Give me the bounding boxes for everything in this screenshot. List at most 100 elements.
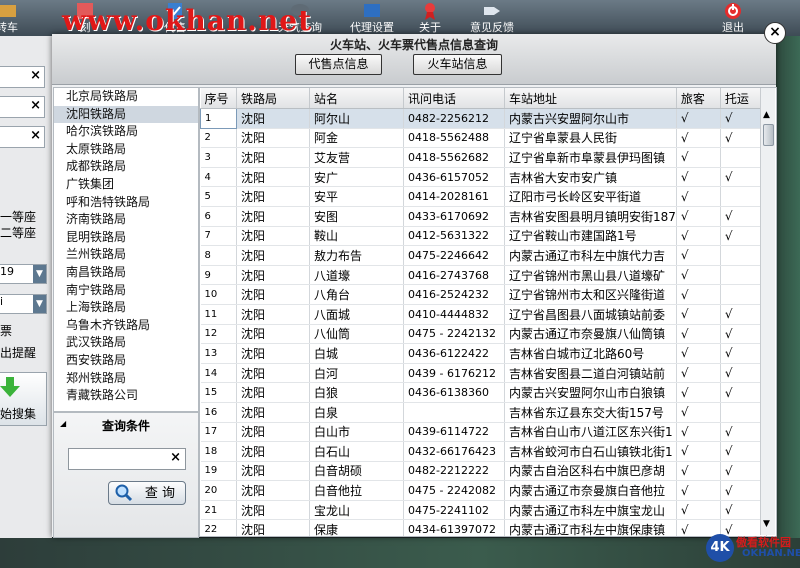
toolbar-transfer-button[interactable]: 转车 <box>0 0 22 36</box>
bureau-item[interactable]: 济南铁路局 <box>54 211 198 229</box>
query-input[interactable]: × <box>68 448 186 470</box>
table-row[interactable]: 15 沈阳 白狼 0436-6138360 内蒙古兴安盟阿尔山市白狼镇 √ √ <box>200 382 767 403</box>
clear-icon[interactable]: × <box>30 98 41 113</box>
table-cell: 沈阳 <box>236 441 310 462</box>
bg-date-input[interactable]: × <box>0 126 45 148</box>
table-cell: √ <box>676 226 721 247</box>
table-cell: 1 <box>200 108 237 129</box>
toolbar-exit-button[interactable]: 退出 <box>716 0 750 36</box>
table-row[interactable]: 10 沈阳 八角台 0416-2524232 辽宁省锦州市太和区兴隆街道 √ <box>200 284 767 305</box>
table-cell: 9 <box>200 265 237 286</box>
toolbar-proxy-button[interactable]: 代理设置 <box>344 0 400 36</box>
table-row[interactable]: 20 沈阳 白音他拉 0475 - 2242082 内蒙古通辽市奈曼旗白音他拉 √ √ <box>200 480 767 501</box>
column-header[interactable]: 讯问电话 <box>403 88 505 109</box>
background-left-panel: × × × 一等座 二等座 19 ▼ i ▼ 票 出提醒 始搜集 <box>0 36 52 568</box>
bureau-item[interactable]: 昆明铁路局 <box>54 229 198 247</box>
table-cell: 0410-4444832 <box>403 304 505 325</box>
column-header[interactable]: 站名 <box>309 88 404 109</box>
table-row[interactable]: 13 沈阳 白城 0436-6122422 吉林省白城市辽北路60号 √ √ <box>200 343 767 364</box>
table-cell: 白泉 <box>309 402 404 423</box>
table-row[interactable]: 12 沈阳 八仙筒 0475 - 2242132 内蒙古通辽市奈曼旗八仙筒镇 √ √ <box>200 324 767 345</box>
bureau-item[interactable]: 太原铁路局 <box>54 141 198 159</box>
query-button[interactable]: 查 询 <box>108 481 186 505</box>
scroll-thumb[interactable] <box>763 124 774 146</box>
table-row[interactable]: 17 沈阳 白山市 0439-6114722 吉林省白山市八道江区东兴街1 √ √ <box>200 422 767 443</box>
table-row[interactable]: 21 沈阳 宝龙山 0475-2241102 内蒙古通辽市科左中旗宝龙山 √ √ <box>200 500 767 521</box>
table-row[interactable]: 9 沈阳 八道壕 0416-2743768 辽宁省锦州市黑山县八道壕矿 √ <box>200 265 767 286</box>
table-cell: 白音他拉 <box>309 480 404 501</box>
bureau-item[interactable]: 青藏铁路公司 <box>54 387 198 405</box>
column-header[interactable]: 铁路局 <box>236 88 310 109</box>
bureau-item[interactable]: 上海铁路局 <box>54 299 198 317</box>
toolbar-about-button[interactable]: 关于 <box>410 0 450 36</box>
bureau-item[interactable]: 成都铁路局 <box>54 158 198 176</box>
table-cell: 0439 - 6176212 <box>403 363 505 384</box>
table-cell: 内蒙古通辽市科左中旗保康镇 <box>504 519 677 536</box>
clear-icon[interactable]: × <box>170 450 181 465</box>
scroll-up-icon[interactable]: ▲ <box>763 110 770 120</box>
bureau-item[interactable]: 武汉铁路局 <box>54 334 198 352</box>
bg-time-select[interactable]: 19 ▼ <box>0 264 47 284</box>
table-cell: 7 <box>200 226 237 247</box>
table-cell: 内蒙古通辽市科左中旗宝龙山 <box>504 500 677 521</box>
table-cell: 八角台 <box>309 284 404 305</box>
table-row[interactable]: 11 沈阳 八面城 0410-4444832 辽宁省昌图县八面城镇站前委 √ √ <box>200 304 767 325</box>
bureau-item[interactable]: 呼和浩特铁路局 <box>54 194 198 212</box>
bg-from-input[interactable]: × <box>0 66 45 88</box>
table-row[interactable]: 22 沈阳 保康 0434-61397072 内蒙古通辽市科左中旗保康镇 √ √ <box>200 519 767 536</box>
table-row[interactable]: 2 沈阳 阿金 0418-5562488 辽宁省阜蒙县人民街 √ √ <box>200 128 767 149</box>
bureau-item[interactable]: 沈阳铁路局 <box>54 105 198 124</box>
table-row[interactable]: 8 沈阳 敖力布告 0475-2246642 内蒙古通辽市科左中旗代力吉 √ <box>200 245 767 266</box>
table-cell: 0482-2256212 <box>403 108 505 129</box>
clear-icon[interactable]: × <box>30 68 41 83</box>
bg-search-button[interactable]: 始搜集 <box>0 372 47 426</box>
bg-class-select[interactable]: i ▼ <box>0 294 47 314</box>
table-cell: 沈阳 <box>236 422 310 443</box>
table-cell: 12 <box>200 324 237 345</box>
toolbar-feedback-button[interactable]: 意见反馈 <box>462 0 522 36</box>
bureau-item[interactable]: 南宁铁路局 <box>54 282 198 300</box>
clear-icon[interactable]: × <box>30 128 41 143</box>
table-cell: 辽阳市弓长岭区安平街道 <box>504 186 677 207</box>
table-row[interactable]: 14 沈阳 白河 0439 - 6176212 吉林省安图县二道白河镇站前 √ √ <box>200 363 767 384</box>
table-scrollbar[interactable]: ▲ ▼ <box>760 88 775 535</box>
bureau-item[interactable]: 西安铁路局 <box>54 352 198 370</box>
table-row[interactable]: 3 沈阳 艾友营 0418-5562682 辽宁省阜新市阜蒙县伊玛图镇 √ <box>200 147 767 168</box>
column-header[interactable]: 旅客 <box>676 88 721 109</box>
bureau-item[interactable]: 乌鲁木齐铁路局 <box>54 317 198 335</box>
table-cell: 沈阳 <box>236 461 310 482</box>
table-row[interactable]: 7 沈阳 鞍山 0412-5631322 辽宁省鞍山市建国路1号 √ √ <box>200 226 767 247</box>
table-cell: 吉林省蛟河市白石山镇铁北街1 <box>504 441 677 462</box>
agency-info-button[interactable]: 代售点信息 <box>295 54 382 75</box>
column-header[interactable]: 车站地址 <box>504 88 677 109</box>
table-cell: √ <box>676 480 721 501</box>
table-cell: 19 <box>200 461 237 482</box>
table-cell: √ <box>676 422 721 443</box>
table-cell: 白狼 <box>309 382 404 403</box>
table-row[interactable]: 6 沈阳 安图 0433-6170692 吉林省安图县明月镇明安街187 √ √ <box>200 206 767 227</box>
column-header[interactable]: 序号 <box>200 88 237 109</box>
scroll-down-icon[interactable]: ▼ <box>763 519 770 529</box>
table-cell: 0475-2241102 <box>403 500 505 521</box>
table-row[interactable]: 1 沈阳 阿尔山 0482-2256212 内蒙古兴安盟阿尔山市 √ √ <box>200 108 767 129</box>
table-cell: 沈阳 <box>236 265 310 286</box>
bureau-item[interactable]: 兰州铁路局 <box>54 246 198 264</box>
station-info-button[interactable]: 火车站信息 <box>413 54 502 75</box>
bureau-item[interactable]: 郑州铁路局 <box>54 370 198 388</box>
bureau-item[interactable]: 北京局铁路局 <box>54 88 198 106</box>
bg-to-input[interactable]: × <box>0 96 45 118</box>
dialog-close-button[interactable]: × <box>764 22 786 44</box>
table-cell: 沈阳 <box>236 402 310 423</box>
table-cell: 18 <box>200 441 237 462</box>
table-cell: 安图 <box>309 206 404 227</box>
table-cell: 沈阳 <box>236 519 310 536</box>
table-row[interactable]: 5 沈阳 安平 0414-2028161 辽阳市弓长岭区安平街道 √ <box>200 186 767 207</box>
bureau-item[interactable]: 广铁集团 <box>54 176 198 194</box>
table-cell: √ <box>676 500 721 521</box>
bureau-item[interactable]: 南昌铁路局 <box>54 264 198 282</box>
table-row[interactable]: 16 沈阳 白泉 吉林省东辽县东交大街157号 √ <box>200 402 767 423</box>
table-row[interactable]: 18 沈阳 白石山 0432-66176423 吉林省蛟河市白石山镇铁北街1 √ √ <box>200 441 767 462</box>
table-row[interactable]: 4 沈阳 安广 0436-6157052 吉林省大安市安广镇 √ √ <box>200 167 767 188</box>
bureau-item[interactable]: 哈尔滨铁路局 <box>54 123 198 141</box>
table-row[interactable]: 19 沈阳 白音胡硕 0482-2212222 内蒙古自治区科右中旗巴彦胡 √ √ <box>200 461 767 482</box>
